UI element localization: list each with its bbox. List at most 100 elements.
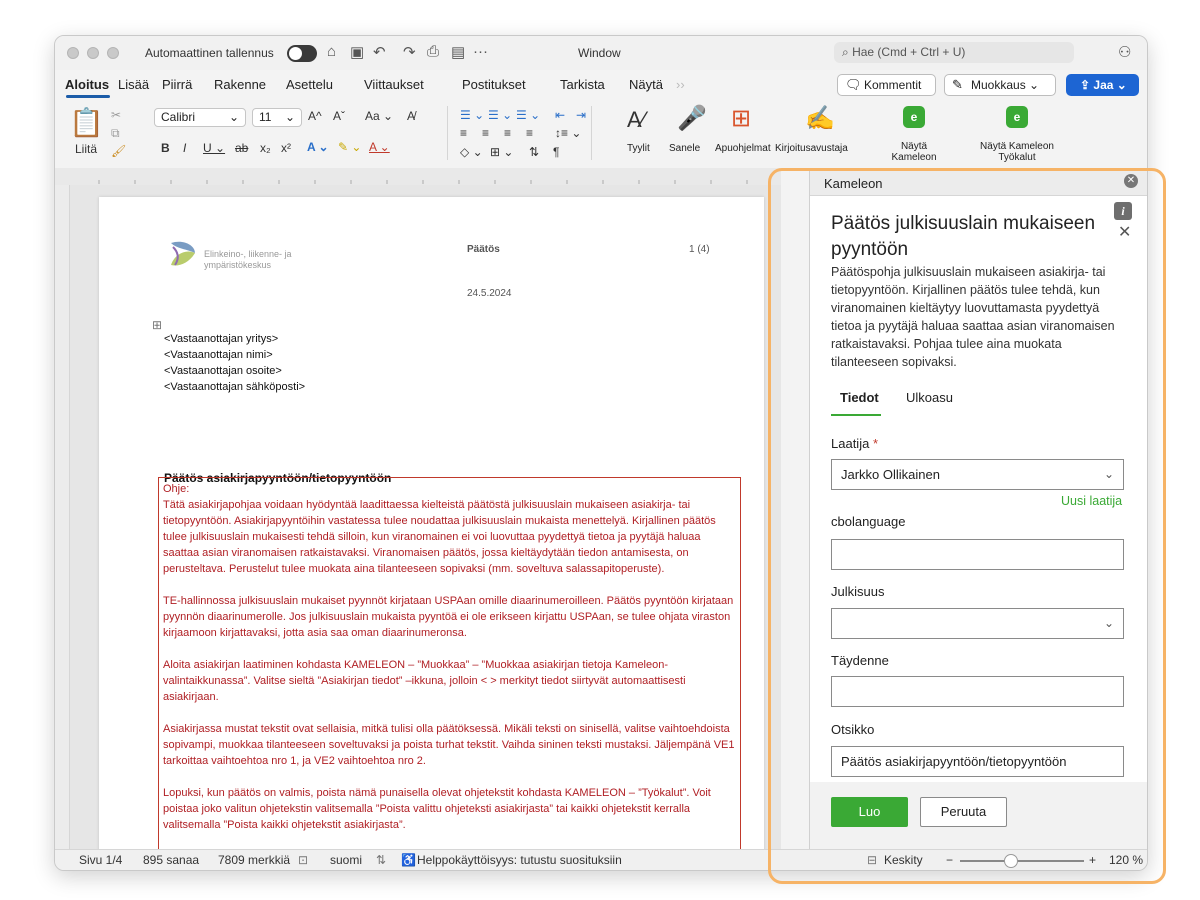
- undo-icon[interactable]: ↶: [373, 43, 386, 61]
- tab-asettelu[interactable]: Asettelu: [286, 77, 333, 92]
- language-status[interactable]: suomi: [330, 853, 362, 867]
- sort-icon[interactable]: ⇅: [529, 145, 539, 159]
- zoom-window-button[interactable]: [107, 47, 119, 59]
- show-kameleon-tools-label[interactable]: Näytä Kameleon Työkalut: [967, 141, 1067, 163]
- styles-icon[interactable]: A⁄: [627, 107, 645, 133]
- vertical-ruler[interactable]: [55, 185, 70, 849]
- zoom-slider-track[interactable]: [960, 860, 1084, 862]
- home-icon[interactable]: ⌂: [327, 43, 336, 60]
- zoom-level[interactable]: 120 %: [1109, 853, 1143, 867]
- grow-font-icon[interactable]: A^: [308, 109, 322, 123]
- paste-icon[interactable]: 📋: [69, 106, 104, 139]
- tab-layout[interactable]: Ulkoasu: [906, 390, 953, 405]
- format-painter-icon[interactable]: 🖌: [111, 144, 126, 158]
- zoom-slider-thumb[interactable]: [1004, 854, 1018, 868]
- proofing-icon[interactable]: ⊡: [298, 853, 308, 867]
- tab-postitukset[interactable]: Postitukset: [462, 77, 526, 92]
- kameleon-tools-icon[interactable]: e: [1006, 106, 1028, 128]
- tab-details[interactable]: Tiedot: [840, 390, 879, 405]
- microphone-icon[interactable]: 🎤: [677, 104, 707, 133]
- info-icon[interactable]: i: [1114, 202, 1132, 220]
- tab-viittaukset[interactable]: Viittaukset: [364, 77, 424, 92]
- create-button[interactable]: Luo: [831, 797, 908, 827]
- text-effects-icon[interactable]: A ⌄: [307, 140, 329, 154]
- tab-tarkista[interactable]: Tarkista: [560, 77, 605, 92]
- bullets-icon[interactable]: ☰ ⌄: [460, 108, 484, 122]
- panel-close-icon[interactable]: ✕: [1124, 174, 1138, 188]
- new-author-link[interactable]: Uusi laatija: [1061, 494, 1122, 508]
- supplement-field[interactable]: [831, 676, 1124, 707]
- tab-rakenne[interactable]: Rakenne: [214, 77, 266, 92]
- focus-icon[interactable]: ⊟: [867, 853, 877, 867]
- autosave-toggle[interactable]: [287, 45, 317, 62]
- show-kameleon-label[interactable]: Näytä Kameleon: [886, 141, 942, 163]
- more-tabs-icon[interactable]: ››: [676, 77, 685, 92]
- align-left-icon[interactable]: ≡: [460, 126, 467, 140]
- focus-mode-button[interactable]: Keskity: [884, 853, 923, 867]
- highlight-icon[interactable]: ✎ ⌄: [338, 140, 361, 154]
- underline-icon[interactable]: U ⌄: [203, 141, 225, 155]
- bold-icon[interactable]: B: [161, 141, 170, 155]
- decrease-indent-icon[interactable]: ⇤: [555, 108, 565, 122]
- text-predictions-icon[interactable]: ⇅: [376, 853, 386, 867]
- accessibility-status[interactable]: Helppokäyttöisyys: tutustu suosituksiin: [417, 853, 622, 867]
- account-icon[interactable]: ⚇: [1118, 43, 1131, 61]
- customize-icon[interactable]: ▤: [451, 43, 465, 61]
- author-select[interactable]: Jarkko Ollikainen ⌄: [831, 459, 1124, 490]
- subject-field[interactable]: Päätös asiakirjapyyntöön/tietopyyntöön: [831, 746, 1124, 777]
- accessibility-icon[interactable]: ♿: [401, 853, 416, 867]
- page-count[interactable]: Sivu 1/4: [79, 853, 122, 867]
- zoom-in-button[interactable]: +: [1089, 853, 1096, 867]
- font-size-select[interactable]: 11 ⌄: [252, 108, 302, 127]
- show-formatting-icon[interactable]: ¶: [553, 145, 559, 159]
- shrink-font-icon[interactable]: Aˇ: [333, 109, 345, 123]
- close-window-button[interactable]: [67, 47, 79, 59]
- tab-piirra[interactable]: Piirrä: [162, 77, 192, 92]
- addins-icon[interactable]: ⊞: [731, 104, 751, 133]
- dismiss-icon[interactable]: ✕: [1118, 222, 1131, 242]
- cut-icon[interactable]: ✂: [111, 108, 121, 122]
- tab-lisaa[interactable]: Lisää: [118, 77, 149, 92]
- subscript-icon[interactable]: x₂: [260, 141, 271, 155]
- zoom-out-button[interactable]: −: [946, 853, 953, 867]
- print-icon[interactable]: ⎙: [427, 43, 439, 60]
- char-count[interactable]: 7809 merkkiä: [218, 853, 290, 867]
- redo-icon[interactable]: ↷: [403, 43, 416, 61]
- tab-aloitus[interactable]: Aloitus: [65, 77, 109, 92]
- comments-button[interactable]: 🗨 Kommentit: [837, 74, 936, 96]
- cbolanguage-field[interactable]: [831, 539, 1124, 570]
- kameleon-icon[interactable]: e: [903, 106, 925, 128]
- align-right-icon[interactable]: ≡: [504, 126, 511, 140]
- word-count[interactable]: 895 sanaa: [143, 853, 199, 867]
- recipient-address: <Vastaanottajan osoite>: [164, 365, 282, 377]
- font-color-icon[interactable]: A ⌄: [369, 140, 390, 154]
- borders-icon[interactable]: ⊞ ⌄: [490, 145, 513, 159]
- instruction-box[interactable]: Ohje: Tätä asiakirjapohjaa voidaan hyödy…: [158, 477, 741, 857]
- minimize-window-button[interactable]: [87, 47, 99, 59]
- more-icon[interactable]: ···: [473, 43, 488, 60]
- table-move-handle-icon[interactable]: ⊞: [152, 318, 162, 332]
- publicity-select[interactable]: ⌄: [831, 608, 1124, 639]
- save-icon[interactable]: ▣: [350, 43, 364, 61]
- justify-icon[interactable]: ≡: [526, 126, 533, 140]
- align-center-icon[interactable]: ≡: [482, 126, 489, 140]
- clear-formatting-icon[interactable]: A̸: [407, 109, 415, 123]
- font-family-select[interactable]: Calibri ⌄: [154, 108, 246, 127]
- horizontal-ruler[interactable]: [55, 168, 781, 186]
- numbering-icon[interactable]: ☰ ⌄: [488, 108, 512, 122]
- increase-indent-icon[interactable]: ⇥: [576, 108, 586, 122]
- copy-icon[interactable]: ⧉: [111, 126, 120, 141]
- cancel-button[interactable]: Peruuta: [920, 797, 1007, 827]
- search-box[interactable]: ⌕ Hae (Cmd + Ctrl + U): [834, 42, 1074, 63]
- italic-icon[interactable]: I: [183, 141, 186, 155]
- strikethrough-icon[interactable]: ab: [235, 141, 248, 155]
- shading-icon[interactable]: ◇ ⌄: [460, 145, 483, 159]
- writing-assistant-icon[interactable]: ✍: [805, 104, 835, 133]
- share-button[interactable]: ⇪ Jaa ⌄: [1066, 74, 1139, 96]
- editing-button[interactable]: ✎ Muokkaus ⌄: [944, 74, 1056, 96]
- line-spacing-icon[interactable]: ↕≡ ⌄: [555, 126, 581, 140]
- multilevel-list-icon[interactable]: ☰ ⌄: [516, 108, 540, 122]
- tab-nayta[interactable]: Näytä: [629, 77, 663, 92]
- superscript-icon[interactable]: x²: [281, 141, 291, 155]
- change-case-icon[interactable]: Aa ⌄: [365, 109, 393, 123]
